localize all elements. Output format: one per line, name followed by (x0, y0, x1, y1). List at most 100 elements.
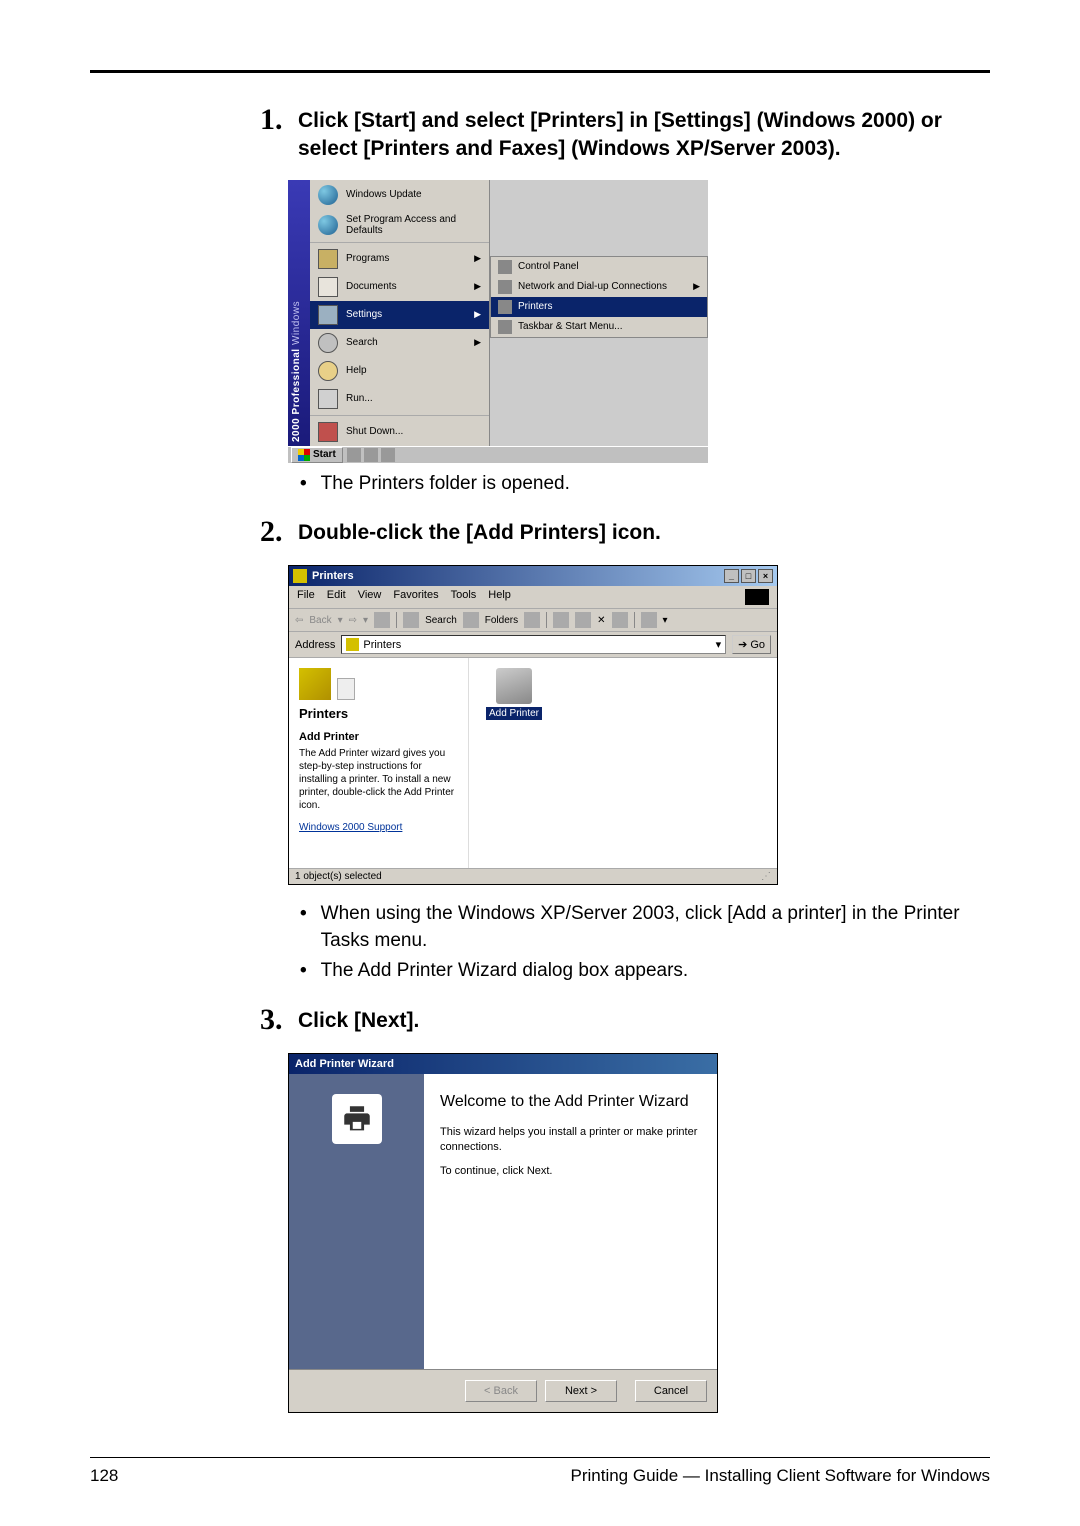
submenu-printers[interactable]: Printers (491, 297, 707, 317)
help-icon (318, 361, 338, 381)
control-panel-icon (498, 260, 512, 274)
programs-icon (318, 249, 338, 269)
step-2: 2. Double-click the [Add Printers] icon.… (260, 515, 970, 985)
menu-documents[interactable]: Documents ▶ (310, 273, 489, 301)
folder-icon (346, 638, 359, 651)
shutdown-icon (318, 422, 338, 442)
menu-shutdown[interactable]: Shut Down... (310, 418, 489, 446)
submenu-network[interactable]: Network and Dial-up Connections ▶ (491, 277, 707, 297)
search-icon (318, 333, 338, 353)
folders-button[interactable]: Folders (485, 615, 518, 626)
content-area: 1. Click [Start] and select [Printers] i… (260, 103, 970, 1413)
menu-settings[interactable]: Settings ▶ (310, 301, 489, 329)
printers-folder-icon (299, 668, 331, 700)
menu-search[interactable]: Search ▶ (310, 329, 489, 357)
taskbar: Start (288, 446, 708, 463)
tray-icon[interactable] (347, 448, 361, 462)
wizard-sidebar (289, 1074, 424, 1369)
menu-label: Help (346, 365, 367, 376)
support-link[interactable]: Windows 2000 Support (299, 822, 402, 833)
minimize-button[interactable]: _ (724, 569, 739, 583)
tray-icon[interactable] (364, 448, 378, 462)
search-icon[interactable] (403, 612, 419, 628)
menu-program-defaults[interactable]: Set Program Access and Defaults (310, 210, 489, 240)
bullet-item: • When using the Windows XP/Server 2003,… (300, 901, 970, 954)
menu-tools[interactable]: Tools (451, 589, 477, 605)
submenu-taskbar[interactable]: Taskbar & Start Menu... (491, 317, 707, 337)
page-number: 128 (90, 1466, 118, 1486)
resize-grip-icon[interactable]: ⋰ (761, 871, 771, 882)
maximize-button[interactable]: □ (741, 569, 756, 583)
menu-help[interactable]: Help (488, 589, 511, 605)
history-icon[interactable] (524, 612, 540, 628)
address-input[interactable]: Printers ▾ (341, 635, 726, 654)
address-value: Printers (363, 639, 401, 651)
undo-icon[interactable] (612, 612, 628, 628)
screenshot-printers-folder: Printers _ □ × File Edit View Favorites … (288, 565, 778, 885)
step-instruction: Click [Next]. (298, 1003, 419, 1035)
menu-favorites[interactable]: Favorites (393, 589, 438, 605)
go-button[interactable]: ➔ Go (732, 635, 771, 654)
bullet-text: When using the Windows XP/Server 2003, c… (321, 901, 970, 954)
wizard-content: Welcome to the Add Printer Wizard This w… (424, 1074, 717, 1369)
bullet-dot-icon: • (300, 901, 307, 954)
go-arrow-icon: ➔ (738, 638, 747, 651)
settings-icon (318, 305, 338, 325)
settings-submenu-area: Control Panel Network and Dial-up Connec… (490, 180, 708, 446)
menu-edit[interactable]: Edit (327, 589, 346, 605)
start-button[interactable]: Start (291, 447, 343, 463)
address-bar: Address Printers ▾ ➔ Go (289, 632, 777, 658)
delete-icon[interactable]: ✕ (597, 615, 605, 626)
bullet-dot-icon: • (300, 958, 307, 985)
menu-label: Windows Update (346, 189, 422, 200)
next-button[interactable]: Next > (545, 1380, 617, 1402)
submenu-arrow-icon: ▶ (474, 253, 481, 264)
windows-logo-icon (745, 589, 769, 605)
submenu-arrow-icon: ▶ (693, 281, 700, 292)
page-top-rule (90, 70, 990, 73)
close-button[interactable]: × (758, 569, 773, 583)
wizard-buttons: < Back Next > Cancel (289, 1369, 717, 1412)
icon-label: Add Printer (486, 707, 542, 720)
up-icon[interactable] (374, 612, 390, 628)
start-label: Start (313, 449, 336, 460)
submenu-arrow-icon: ▶ (474, 309, 481, 320)
menu-label: Set Program Access and Defaults (346, 214, 481, 236)
menu-programs[interactable]: Programs ▶ (310, 245, 489, 273)
bullet-dot-icon: • (300, 471, 307, 498)
cancel-button[interactable]: Cancel (635, 1380, 707, 1402)
submenu-control-panel[interactable]: Control Panel (491, 257, 707, 277)
wizard-text: This wizard helps you install a printer … (440, 1125, 701, 1154)
menu-windows-update[interactable]: Windows Update (310, 180, 489, 210)
menu-view[interactable]: View (358, 589, 382, 605)
step-number: 2. (260, 515, 288, 549)
dropdown-icon[interactable]: ▾ (716, 638, 722, 651)
start-menu-banner: 2000 Professional Windows (288, 180, 310, 446)
os-brand: Windows (291, 301, 302, 345)
move-icon[interactable] (553, 612, 569, 628)
menu-help[interactable]: Help (310, 357, 489, 385)
menu-file[interactable]: File (297, 589, 315, 605)
windows-flag-icon (298, 449, 310, 461)
printer-wizard-icon (332, 1094, 382, 1144)
submenu-label: Printers (518, 301, 552, 312)
menu-label: Shut Down... (346, 426, 403, 437)
submenu-label: Taskbar & Start Menu... (518, 321, 623, 332)
folders-icon[interactable] (463, 612, 479, 628)
globe-icon (318, 185, 338, 205)
add-printer-item[interactable]: Add Printer (479, 668, 549, 720)
toolbar: ⇦ Back ▾ ⇨ ▾ Search Folders ✕ ▾ (289, 609, 777, 632)
views-icon[interactable] (641, 612, 657, 628)
step-3: 3. Click [Next]. Add Printer Wizard Welc… (260, 1003, 970, 1413)
copy-icon[interactable] (575, 612, 591, 628)
menu-run[interactable]: Run... (310, 385, 489, 413)
os-edition: 2000 Professional (291, 348, 302, 442)
step-instruction: Click [Start] and select [Printers] in [… (298, 103, 970, 164)
back-button[interactable]: Back (309, 615, 331, 626)
tray-icon[interactable] (381, 448, 395, 462)
go-label: Go (750, 639, 765, 651)
menu-label: Run... (346, 393, 373, 404)
search-button[interactable]: Search (425, 615, 457, 626)
submenu-arrow-icon: ▶ (474, 281, 481, 292)
screenshot-start-menu: 2000 Professional Windows Windows Update… (288, 180, 708, 455)
